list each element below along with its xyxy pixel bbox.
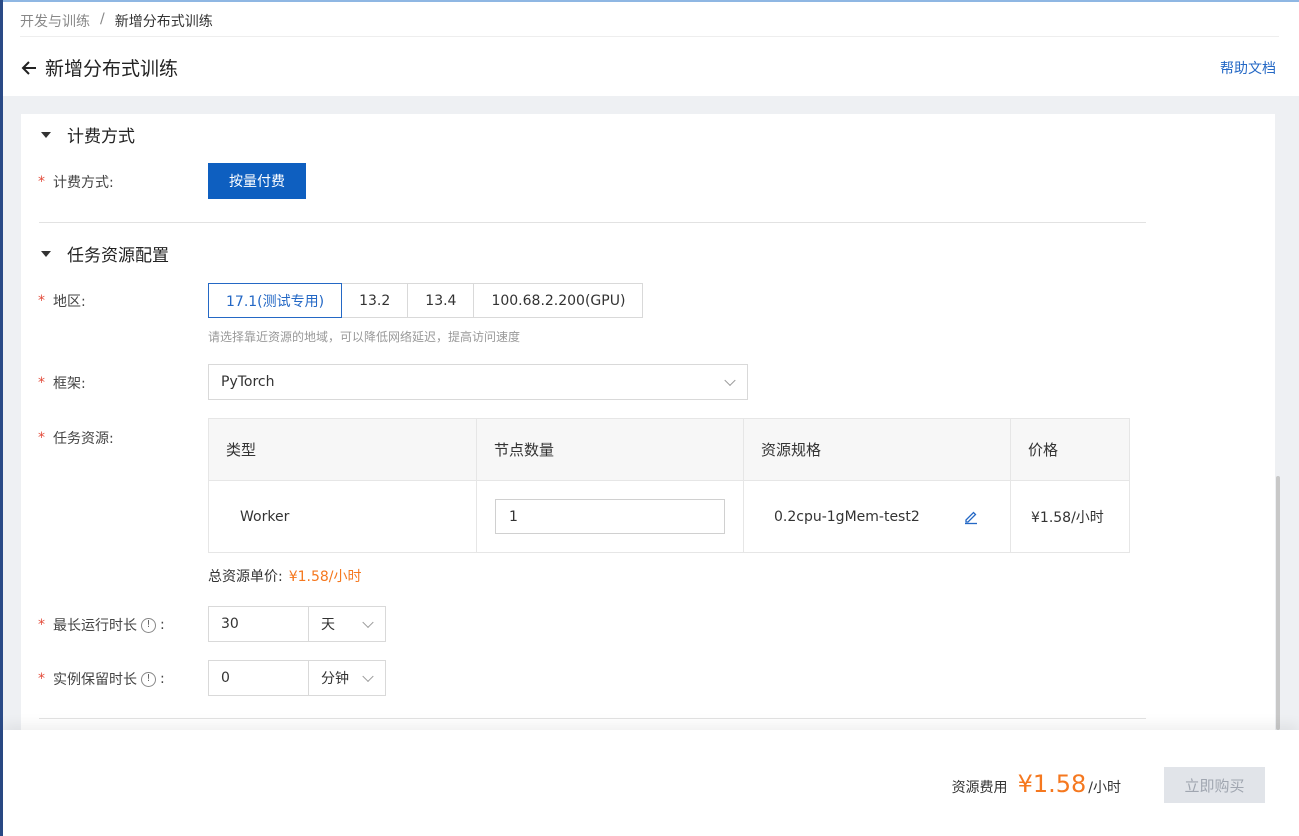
form-card: 计费方式 * 计费方式: 按量付费 任务资源配置 * 地区: 17.1(测试专用…	[21, 114, 1275, 730]
info-icon[interactable]: !	[141, 671, 156, 687]
required-mark: *	[38, 430, 45, 446]
required-mark: *	[38, 293, 45, 309]
max-runtime-control: 天	[208, 606, 386, 642]
resource-fee: 资源费用 ¥1.58 /小时	[952, 770, 1121, 798]
region-label: * 地区:	[38, 291, 86, 311]
chevron-down-icon	[362, 670, 374, 683]
caret-down-icon	[41, 131, 51, 138]
label-colon: :	[160, 617, 165, 633]
max-runtime-unit-select[interactable]: 天	[309, 606, 386, 642]
footer-bar: 资源费用 ¥1.58 /小时 立即购买	[3, 730, 1299, 836]
instance-retention-label: * 实例保留时长 ! :	[38, 669, 165, 689]
node-count-input[interactable]	[495, 499, 725, 534]
region-hint: 请选择靠近资源的地域，可以降低网络延迟，提高访问速度	[208, 330, 521, 344]
page-header: 开发与训练 / 新增分布式训练 新增分布式训练 帮助文档	[3, 2, 1299, 96]
breadcrumb: 开发与训练 / 新增分布式训练	[20, 11, 213, 31]
label-colon: :	[160, 671, 165, 687]
region-option-13-2[interactable]: 13.2	[341, 283, 409, 318]
page-title: 新增分布式训练	[45, 58, 179, 80]
edit-pencil-icon[interactable]	[963, 509, 979, 525]
price-cell: ¥1.58/小时	[1010, 480, 1130, 553]
instance-retention-unit: 分钟	[321, 671, 349, 687]
instance-retention-control: 分钟	[208, 660, 386, 696]
resource-section-header[interactable]: 任务资源配置	[41, 241, 169, 266]
breadcrumb-current: 新增分布式训练	[114, 14, 213, 30]
column-header-nodes: 节点数量	[476, 418, 744, 481]
framework-select[interactable]: PyTorch	[208, 364, 748, 400]
billing-method-label: * 计费方式:	[38, 172, 114, 192]
billing-section-title: 计费方式	[67, 127, 135, 147]
pay-as-you-go-button[interactable]: 按量付费	[208, 163, 306, 199]
chevron-down-icon	[724, 374, 736, 387]
table-header-row: 类型 节点数量 资源规格 价格	[208, 418, 1130, 481]
required-mark: *	[38, 375, 45, 391]
total-unit-price-value: ¥1.58/小时	[288, 569, 362, 585]
column-header-type: 类型	[208, 418, 477, 481]
required-mark: *	[38, 671, 45, 687]
region-selector: 17.1(测试专用) 13.2 13.4 100.68.2.200(GPU)	[208, 283, 644, 318]
help-docs-link[interactable]: 帮助文档	[1220, 58, 1276, 78]
buy-now-button[interactable]: 立即购买	[1164, 767, 1265, 803]
region-option-13-4[interactable]: 13.4	[407, 283, 475, 318]
task-resource-label: * 任务资源:	[38, 428, 114, 448]
required-mark: *	[38, 617, 45, 633]
max-runtime-unit: 天	[321, 617, 335, 633]
billing-section-header[interactable]: 计费方式	[41, 122, 135, 147]
breadcrumb-parent[interactable]: 开发与训练	[20, 11, 90, 31]
chevron-down-icon	[362, 616, 374, 629]
worker-type-cell: Worker	[208, 480, 477, 553]
arrow-left-icon	[21, 60, 36, 75]
breadcrumb-separator: /	[100, 11, 105, 27]
region-option-17-1[interactable]: 17.1(测试专用)	[208, 283, 343, 318]
max-runtime-label-text: 最长运行时长	[53, 618, 137, 634]
resource-table: 类型 节点数量 资源规格 价格 Worker 0.2cpu-1gMem-test…	[208, 418, 1130, 553]
billing-method-label-text: 计费方式:	[53, 175, 114, 191]
resource-section-title: 任务资源配置	[67, 246, 169, 266]
caret-down-icon	[41, 250, 51, 257]
framework-label-text: 框架:	[53, 376, 86, 392]
max-runtime-label: * 最长运行时长 ! :	[38, 615, 165, 635]
resource-fee-unit: /小时	[1088, 780, 1121, 796]
scrollbar-thumb[interactable]	[1276, 476, 1280, 730]
back-button[interactable]: 新增分布式训练	[19, 54, 178, 81]
resource-fee-value: ¥1.58	[1017, 770, 1087, 798]
column-header-price: 价格	[1010, 418, 1130, 481]
info-icon[interactable]: !	[141, 617, 156, 633]
region-label-text: 地区:	[53, 294, 86, 310]
column-header-spec: 资源规格	[743, 418, 1011, 481]
table-row: Worker 0.2cpu-1gMem-test2 ¥1.58/小时	[208, 480, 1130, 553]
section-divider	[39, 222, 1146, 223]
left-edge	[0, 0, 3, 836]
spec-cell: 0.2cpu-1gMem-test2	[743, 480, 1011, 553]
framework-value: PyTorch	[221, 374, 275, 390]
header-divider	[20, 36, 1279, 37]
framework-label: * 框架:	[38, 373, 86, 393]
max-runtime-input[interactable]	[208, 606, 309, 642]
node-count-cell	[476, 480, 744, 553]
total-unit-price-label: 总资源单价:	[208, 569, 283, 585]
resource-fee-label: 资源费用	[951, 780, 1008, 796]
task-resource-label-text: 任务资源:	[53, 431, 114, 447]
instance-retention-unit-select[interactable]: 分钟	[309, 660, 386, 696]
spec-value: 0.2cpu-1gMem-test2	[774, 508, 920, 525]
section-divider	[39, 718, 1146, 719]
required-mark: *	[38, 174, 45, 190]
total-unit-price: 总资源单价: ¥1.58/小时	[208, 566, 362, 586]
instance-retention-label-text: 实例保留时长	[53, 672, 137, 688]
instance-retention-input[interactable]	[208, 660, 309, 696]
region-option-gpu[interactable]: 100.68.2.200(GPU)	[473, 283, 644, 318]
